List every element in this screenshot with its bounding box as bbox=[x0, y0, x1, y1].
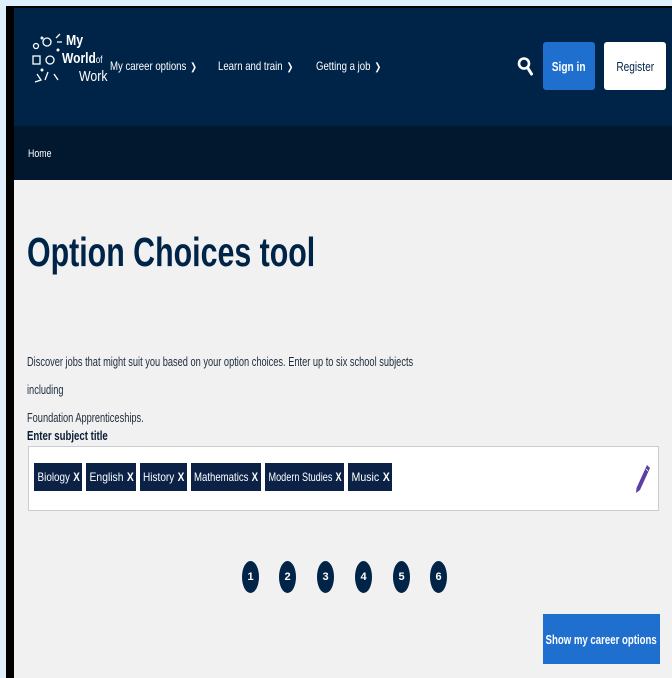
logo-of-text: of bbox=[95, 55, 103, 66]
nav-label: My career options bbox=[110, 59, 187, 73]
intro-line-1: Discover jobs that might suit you based … bbox=[27, 355, 414, 397]
chevron-down-icon: ❯ bbox=[190, 62, 198, 73]
chevron-down-icon: ❯ bbox=[286, 62, 294, 73]
edit-subjects-button[interactable] bbox=[635, 464, 651, 494]
step-dot-5: 5 bbox=[393, 561, 410, 593]
subject-field-label: Enter subject title bbox=[27, 428, 108, 443]
search-button[interactable] bbox=[517, 56, 533, 76]
tag-content: History X bbox=[143, 470, 184, 484]
remove-tag-icon[interactable]: X bbox=[252, 470, 258, 484]
logo-world-text: World bbox=[62, 50, 96, 67]
site-logo[interactable]: My Worldof Work bbox=[30, 30, 110, 100]
logo-line-my: My bbox=[66, 32, 84, 49]
browser-window: My Worldof Work My career options ❯ Learn… bbox=[14, 8, 672, 678]
search-icon bbox=[517, 57, 533, 76]
remove-tag-icon[interactable]: X bbox=[178, 470, 185, 484]
tag-label: Modern Studies bbox=[268, 470, 333, 484]
logo-mark-icon bbox=[32, 33, 62, 83]
intro-text: Discover jobs that might suit you based … bbox=[27, 348, 441, 432]
subject-input[interactable]: Biology X English X History X Mathematics X … bbox=[28, 446, 659, 511]
nav-my-career-options[interactable]: My career options ❯ bbox=[110, 59, 197, 73]
remove-tag-icon[interactable]: X bbox=[73, 470, 80, 484]
chevron-down-icon: ❯ bbox=[374, 62, 382, 73]
logo-line-work: Work bbox=[79, 68, 108, 85]
nav-getting-a-job[interactable]: Getting a job ❯ bbox=[316, 59, 381, 73]
breadcrumb: Home bbox=[14, 126, 672, 180]
subject-tag[interactable]: Music X bbox=[348, 463, 392, 491]
nav-label: Getting a job bbox=[316, 59, 371, 73]
register-label: Register bbox=[616, 58, 654, 74]
tag-label: Biology bbox=[37, 470, 70, 484]
subject-tag[interactable]: English X bbox=[86, 463, 136, 491]
subject-tag[interactable]: Mathematics X bbox=[191, 463, 261, 491]
tag-content: English X bbox=[89, 470, 133, 484]
logo-line-world: Worldof bbox=[62, 51, 102, 66]
nav-label: Learn and train bbox=[218, 59, 283, 73]
remove-tag-icon[interactable]: X bbox=[127, 470, 134, 484]
sign-in-label: Sign in bbox=[552, 58, 586, 74]
tag-label: Music bbox=[351, 470, 380, 484]
tag-content: Mathematics X bbox=[194, 470, 258, 484]
tag-label: English bbox=[89, 470, 124, 484]
tag-content: Music X bbox=[351, 470, 389, 484]
subject-tag-list: Biology X English X History X Mathematics X … bbox=[34, 463, 392, 491]
step-dot-2: 2 bbox=[279, 561, 296, 593]
remove-tag-icon[interactable]: X bbox=[335, 470, 341, 484]
breadcrumb-home-link[interactable]: Home bbox=[28, 148, 51, 160]
subject-tag[interactable]: Biology X bbox=[34, 463, 82, 491]
step-dot-4: 4 bbox=[355, 561, 372, 593]
step-dot-1: 1 bbox=[242, 561, 259, 593]
sign-in-button[interactable]: Sign in bbox=[543, 42, 595, 90]
subject-tag[interactable]: Modern Studies X bbox=[265, 463, 344, 491]
tag-content: Modern Studies X bbox=[268, 470, 341, 484]
nav-learn-and-train[interactable]: Learn and train ❯ bbox=[218, 59, 293, 73]
tag-content: Biology X bbox=[37, 470, 79, 484]
register-button[interactable]: Register bbox=[604, 42, 666, 90]
show-career-options-button[interactable]: Show my career options bbox=[543, 614, 660, 664]
pencil-icon bbox=[636, 465, 650, 493]
subject-tag[interactable]: History X bbox=[140, 463, 187, 491]
step-dot-3: 3 bbox=[317, 561, 334, 593]
tag-label: Mathematics bbox=[194, 470, 249, 484]
site-header: My Worldof Work My career options ❯ Learn… bbox=[14, 8, 672, 126]
step-dot-6: 6 bbox=[430, 561, 447, 593]
remove-tag-icon[interactable]: X bbox=[383, 470, 390, 484]
tag-label: History bbox=[143, 470, 175, 484]
intro-line-2: Foundation Apprenticeships. bbox=[27, 411, 144, 425]
cta-label: Show my career options bbox=[545, 631, 658, 647]
page-title: Option Choices tool bbox=[27, 229, 316, 275]
